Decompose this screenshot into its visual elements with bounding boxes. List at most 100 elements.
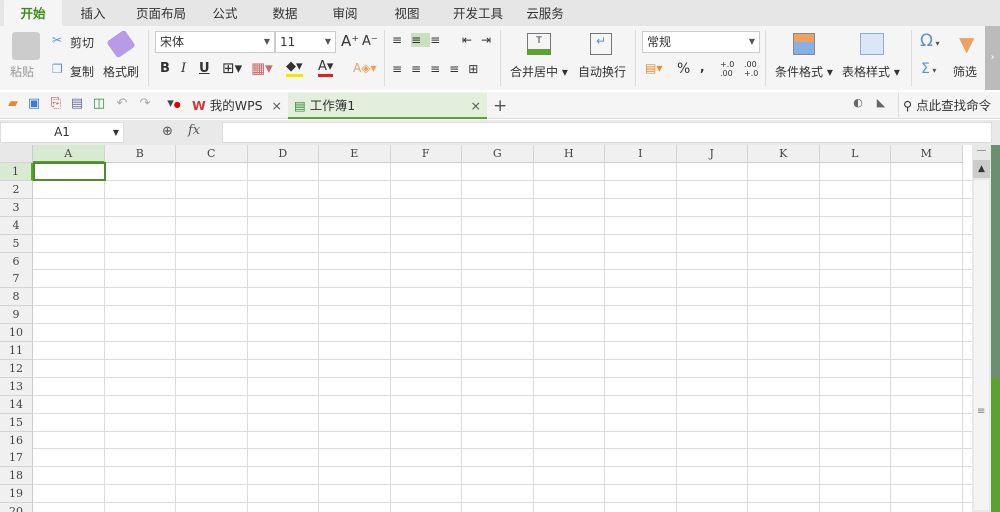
paste-icon[interactable] [12,32,40,60]
font-name-select[interactable]: 宋体 ▼ [155,31,275,53]
row-header[interactable]: 20 [0,503,33,512]
number-format-select[interactable]: 常规 ▼ [642,31,760,53]
menu-tab[interactable]: 视图 [378,0,436,26]
customize-icon[interactable]: ▾● [165,96,183,111]
open-icon[interactable]: ▰ [4,96,22,111]
column-header[interactable]: E [319,145,391,163]
fill-color-icon[interactable]: ◆▾ [286,59,303,77]
cut-button[interactable]: 剪切 [70,34,94,51]
command-search[interactable]: ⚲ 点此查找命令 [898,93,991,119]
tab-workbook[interactable]: ▤ 工作簿1 × [288,93,487,119]
vertical-scrollbar[interactable]: ▲ ≡ [972,145,991,512]
menu-tab[interactable]: 页面布局 [128,0,194,26]
name-box[interactable]: A1 ▼ [0,122,124,143]
vertical-align-icons[interactable]: ≡≡≡ ⇤⇥ [392,33,500,47]
decrease-decimal-icon[interactable]: .00 +.0 [744,60,758,78]
copy-button[interactable]: 复制 [70,63,94,80]
clear-format-icon[interactable]: A◈▾ [353,61,376,75]
underline-button[interactable]: U [199,61,210,76]
close-icon[interactable]: × [471,93,481,119]
row-header[interactable]: 12 [0,359,33,378]
new-tab-button[interactable]: + [493,93,507,119]
undo-icon[interactable]: ↶ [113,96,131,111]
filter-button[interactable]: 筛选 [953,63,977,80]
font-size-select[interactable]: 11 ▼ [275,31,336,53]
row-header[interactable]: 5 [0,234,33,253]
row-header[interactable]: 3 [0,198,33,217]
selected-cell[interactable] [33,162,106,181]
select-all-corner[interactable] [0,145,33,163]
fx-button[interactable]: fx [188,123,200,138]
comma-button[interactable]: , [700,60,705,74]
tab-my-wps[interactable]: W 我的WPS × [186,93,288,119]
row-header[interactable]: 18 [0,467,33,486]
paste-button[interactable]: 粘贴 [10,63,34,80]
row-header[interactable]: 4 [0,216,33,235]
column-header[interactable]: G [462,145,534,163]
print-preview-icon[interactable]: ◫ [90,96,108,111]
menu-tab[interactable]: 开始 [4,0,62,26]
row-header[interactable]: 11 [0,342,33,360]
cond-format-button[interactable]: 条件格式 ▾ [775,63,833,80]
menu-tab[interactable]: 插入 [64,0,122,26]
column-header[interactable]: D [247,145,319,163]
wrap-text-button[interactable]: 自动换行 [578,63,626,80]
close-icon[interactable]: × [272,93,282,119]
shrink-font-icon[interactable]: A⁻ [362,34,378,49]
cell-style-icon[interactable]: ▦▾ [251,59,273,77]
horizontal-align-icons[interactable]: ≡≡≡≡⊞ [392,62,487,76]
redo-icon[interactable]: ↷ [136,96,154,111]
column-header[interactable]: I [605,145,677,163]
formula-input[interactable] [222,122,992,143]
symbol-button[interactable]: Ω ▾ [920,31,940,51]
bold-button[interactable]: B [160,61,170,76]
row-header[interactable]: 15 [0,413,33,432]
column-header[interactable]: J [676,145,748,163]
spreadsheet-grid[interactable]: A B C D E F G H I J K L M 1 2 3 4 5 6 7 8 9 10 11 12 13 14 15 16 17 18… [0,145,972,512]
menu-tab[interactable]: 数据 [256,0,314,26]
percent-button[interactable]: % [677,61,690,77]
column-header[interactable]: A [33,145,105,163]
print-icon[interactable]: ▤ [68,96,86,111]
border-icon[interactable]: ⊞▾ [222,59,242,77]
row-header[interactable]: 8 [0,288,33,307]
menu-tab[interactable]: 云服务 [516,0,574,26]
row-header[interactable]: 9 [0,306,33,325]
column-header[interactable]: L [819,145,891,163]
column-header[interactable]: F [390,145,462,163]
increase-decimal-icon[interactable]: +.0.00 [720,60,734,78]
row-header[interactable]: 6 [0,252,33,271]
side-panel-toggle[interactable] [991,378,1000,512]
menu-tab[interactable]: 公式 [196,0,254,26]
zoom-icon[interactable]: ⊕ [162,124,173,139]
row-header[interactable]: 1 [0,163,33,181]
row-header[interactable]: 13 [0,377,33,396]
tab-menu-icon[interactable]: ◣ [872,96,890,109]
menu-tab[interactable]: 开发工具 [442,0,514,26]
save-icon[interactable]: ▣ [25,96,43,111]
italic-button[interactable]: I [181,61,186,76]
row-header[interactable]: 17 [0,449,33,468]
merge-center-button[interactable]: 合并居中 ▾ [510,63,568,80]
row-header[interactable]: 10 [0,324,33,343]
currency-icon[interactable]: ▤▾ [645,61,662,75]
column-header[interactable]: C [176,145,248,163]
row-header[interactable]: 7 [0,270,33,289]
skin-icon[interactable]: ◐ [849,96,867,109]
column-header[interactable]: M [891,145,963,163]
menu-tab[interactable]: 审阅 [316,0,374,26]
format-painter-button[interactable]: 格式刷 [103,63,139,80]
row-header[interactable]: 2 [0,180,33,199]
row-header[interactable]: 16 [0,431,33,450]
scroll-up-icon[interactable]: ▲ [973,160,990,178]
row-header[interactable]: 14 [0,395,33,414]
font-color-icon[interactable]: A▾ [318,59,334,77]
ribbon-scroll-right[interactable]: › [985,26,1000,90]
grow-font-icon[interactable]: A⁺ [341,32,359,50]
column-header[interactable]: K [748,145,820,163]
scroll-thumb[interactable]: ≡ [974,180,989,510]
sum-button[interactable]: Σ ▾ [921,61,936,77]
row-header[interactable]: 19 [0,485,33,504]
export-pdf-icon[interactable]: ⎘ [47,96,65,111]
column-header[interactable]: H [533,145,605,163]
